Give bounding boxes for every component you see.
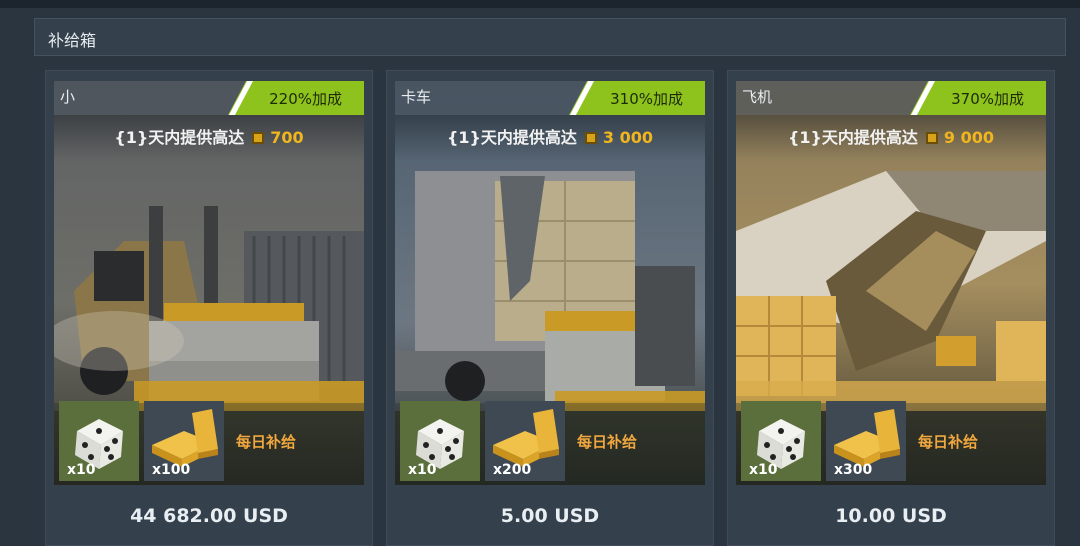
gold-coin-icon: [584, 132, 597, 144]
daily-supply-label: 每日补给: [918, 433, 979, 451]
section-title: 补给箱: [48, 31, 97, 50]
reward-slot-dice[interactable]: x10: [741, 401, 821, 481]
slot-count: x10: [67, 462, 96, 478]
offer-line: {1}天内提供高达 700: [54, 124, 364, 148]
crate-name: 卡车: [401, 88, 432, 106]
daily-supply-label: 每日补给: [577, 433, 638, 451]
slot-count: x10: [749, 462, 778, 478]
top-bar: [0, 0, 1080, 8]
card-image-area: 飞机 370%加成 {1}天内提供高达 9 000 x10 x300 每日补给: [736, 81, 1046, 485]
reward-slot-gold[interactable]: x200: [485, 401, 565, 481]
reward-slot-gold[interactable]: x100: [144, 401, 224, 481]
supply-crate-card-small[interactable]: 小 220%加成 {1}天内提供高达 700 x10 x100 每日补给 44 …: [45, 70, 373, 546]
reward-slot-dice[interactable]: x10: [59, 401, 139, 481]
bonus-badge: 220%加成: [228, 81, 364, 115]
card-image-area: 小 220%加成 {1}天内提供高达 700 x10 x100 每日补给: [54, 81, 364, 485]
supply-crate-card-plane[interactable]: 飞机 370%加成 {1}天内提供高达 9 000 x10 x300 每日补给 …: [727, 70, 1055, 546]
slot-count: x200: [493, 462, 532, 478]
offer-amount: 700: [270, 128, 304, 147]
price-button[interactable]: 10.00 USD: [728, 505, 1054, 527]
price-button[interactable]: 44 682.00 USD: [46, 505, 372, 527]
gold-coin-icon: [925, 132, 938, 144]
slot-count: x100: [152, 462, 191, 478]
section-header: 补给箱: [34, 18, 1066, 56]
card-image-area: 卡车 310%加成 {1}天内提供高达 3 000 x10 x200 每日补给: [395, 81, 705, 485]
offer-amount: 3 000: [602, 128, 654, 147]
bonus-badge: 310%加成: [569, 81, 705, 115]
supply-crate-card-truck[interactable]: 卡车 310%加成 {1}天内提供高达 3 000 x10 x200 每日补给 …: [386, 70, 714, 546]
bonus-text: 220%加成: [269, 90, 342, 108]
offer-text: {1}天内提供高达: [446, 128, 577, 147]
offer-text: {1}天内提供高达: [787, 128, 918, 147]
price-button[interactable]: 5.00 USD: [387, 505, 713, 527]
reward-slot-dice[interactable]: x10: [400, 401, 480, 481]
slot-count: x10: [408, 462, 437, 478]
offer-amount: 9 000: [943, 128, 995, 147]
crate-name: 飞机: [742, 88, 773, 106]
bonus-text: 310%加成: [610, 90, 683, 108]
offer-line: {1}天内提供高达 9 000: [736, 124, 1046, 148]
gold-coin-icon: [252, 132, 265, 144]
daily-supply-label: 每日补给: [236, 433, 297, 451]
reward-slot-gold[interactable]: x300: [826, 401, 906, 481]
offer-text: {1}天内提供高达: [114, 128, 245, 147]
offer-line: {1}天内提供高达 3 000: [395, 124, 705, 148]
crate-name: 小: [60, 88, 76, 106]
bonus-text: 370%加成: [951, 90, 1024, 108]
slot-count: x300: [834, 462, 873, 478]
bonus-badge: 370%加成: [910, 81, 1046, 115]
